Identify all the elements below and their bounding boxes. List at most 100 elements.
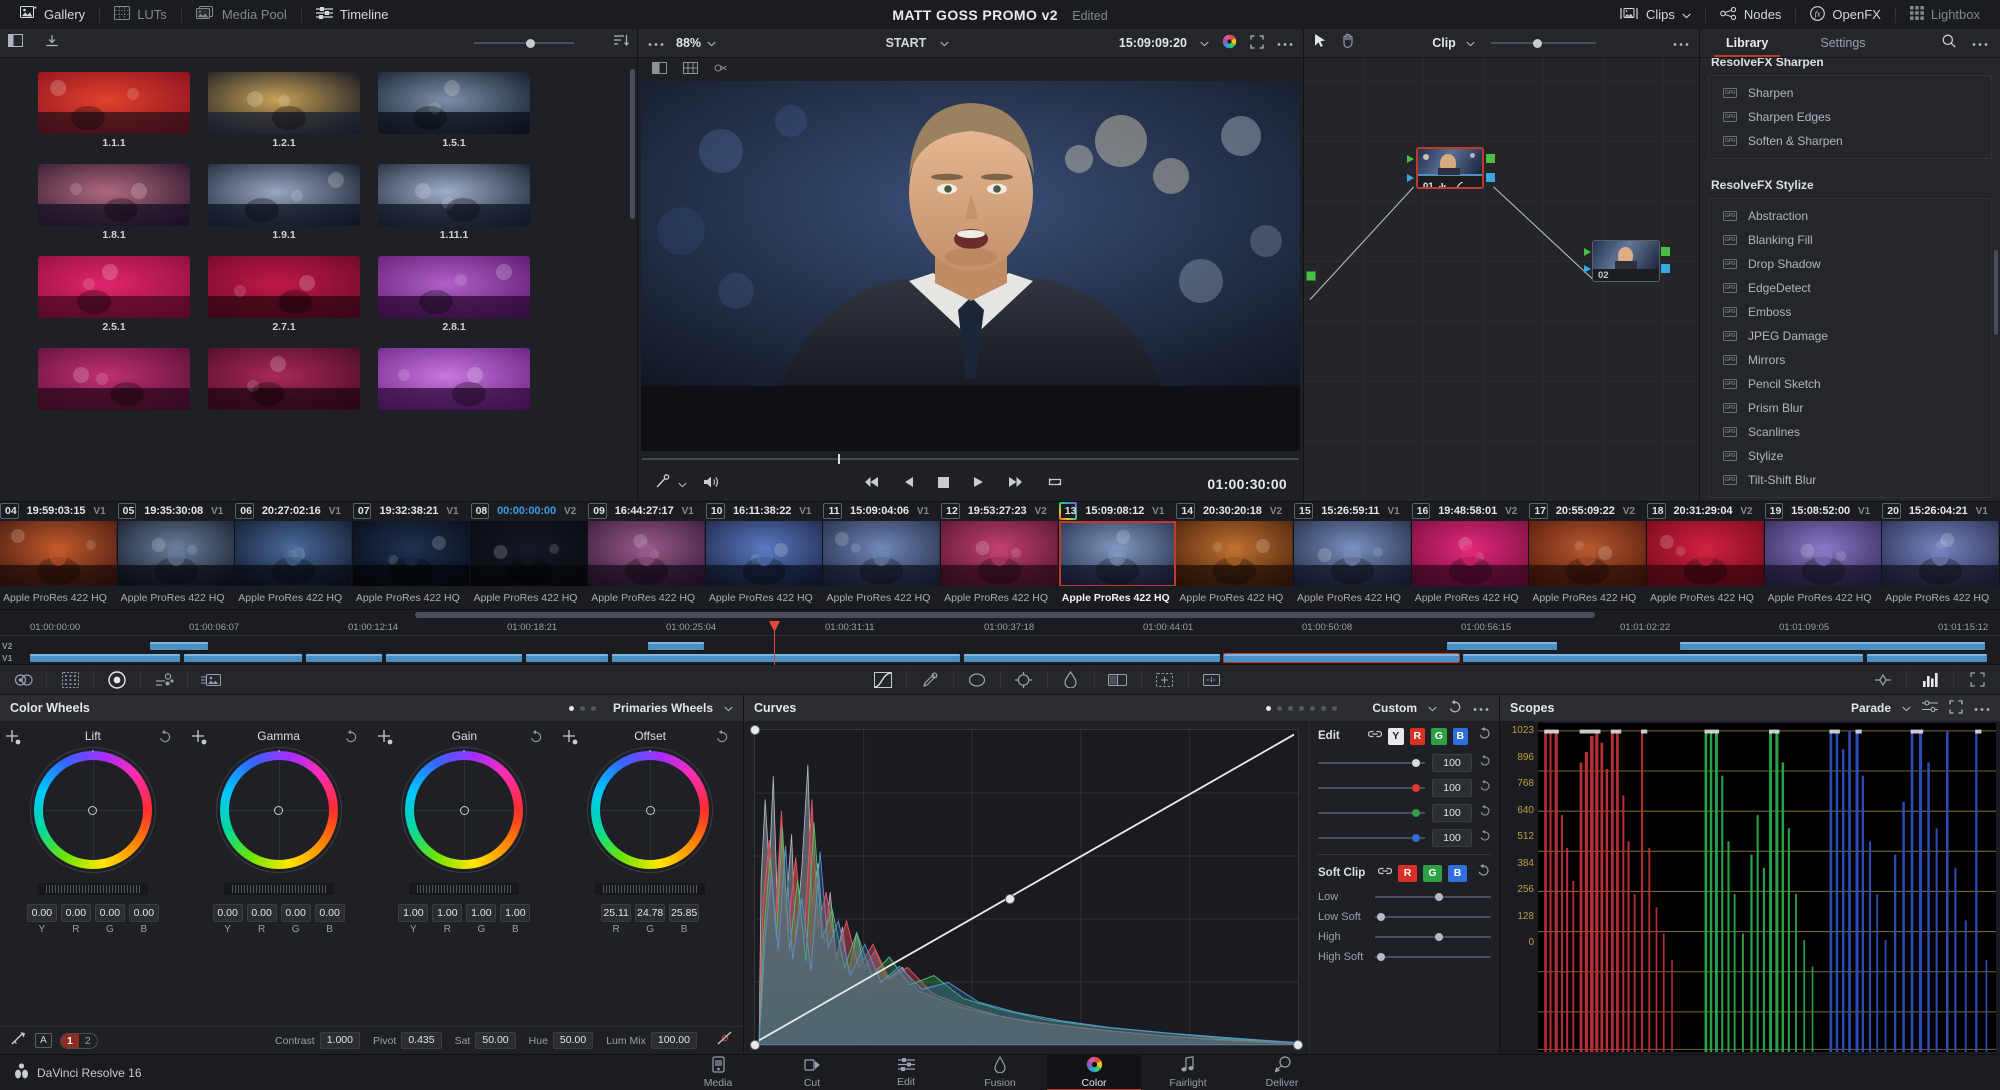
- wheel-reset-icon[interactable]: [158, 730, 172, 749]
- clip-number[interactable]: 17: [1529, 503, 1548, 520]
- page-dot[interactable]: [1266, 705, 1272, 711]
- fullscreen-icon[interactable]: [1250, 34, 1264, 52]
- wheel-value[interactable]: 0.00: [246, 904, 277, 922]
- clip-thumbnail[interactable]: [1882, 520, 2000, 587]
- slider-knob[interactable]: [1377, 952, 1386, 961]
- reset-icon[interactable]: [1477, 864, 1490, 882]
- wipe-icon[interactable]: [714, 61, 729, 79]
- clip-bar[interactable]: [184, 653, 302, 662]
- reset-icon[interactable]: [1478, 727, 1491, 745]
- wheel-handle[interactable]: [459, 805, 469, 815]
- chevron-down-icon[interactable]: [1902, 701, 1911, 715]
- clip-thumbnail[interactable]: [941, 520, 1059, 587]
- slider-value[interactable]: 100: [1432, 804, 1472, 822]
- play-icon[interactable]: [973, 475, 984, 493]
- wheel-value[interactable]: 1.00: [500, 904, 531, 922]
- slider-knob[interactable]: [1412, 783, 1421, 792]
- still-thumbnail[interactable]: [208, 256, 360, 318]
- clip-thumbnail[interactable]: [470, 520, 589, 587]
- clip-number[interactable]: 08: [470, 503, 490, 520]
- clip-number[interactable]: 13: [1059, 502, 1078, 520]
- fx-list-item[interactable]: GPU JPEG Damage: [1709, 324, 1991, 348]
- power-window-circle-icon[interactable]: [954, 665, 1000, 695]
- clip-bar[interactable]: [612, 653, 960, 662]
- toolbar-item-lightbox[interactable]: Lightbox: [1896, 0, 1994, 29]
- reset-icon[interactable]: [1479, 779, 1491, 797]
- link-icon[interactable]: [1377, 864, 1393, 882]
- still-thumbnail[interactable]: [208, 72, 360, 134]
- mini-timeline-track-v2[interactable]: V2: [0, 640, 2000, 651]
- grid-icon[interactable]: [683, 61, 698, 79]
- curves-mode[interactable]: Custom: [1372, 701, 1417, 715]
- reset-icon[interactable]: [1479, 804, 1491, 822]
- slider-value[interactable]: 100: [1432, 829, 1472, 847]
- gallery-still[interactable]: 1.5.1: [378, 72, 530, 149]
- wheel-value[interactable]: 25.85: [669, 904, 700, 922]
- softclip-channel-b[interactable]: B: [1448, 864, 1467, 882]
- search-icon[interactable]: [1942, 34, 1956, 53]
- clip-bar[interactable]: [30, 653, 180, 662]
- wheel-value[interactable]: 0.00: [280, 904, 311, 922]
- toolbar-item-timeline[interactable]: Timeline: [302, 0, 403, 29]
- clip-thumbnail[interactable]: [235, 520, 353, 587]
- node-item-01[interactable]: 01: [1416, 147, 1484, 189]
- fx-list-item[interactable]: GPU Abstraction: [1709, 204, 1991, 228]
- fx-list-item[interactable]: GPU Scanlines: [1709, 420, 1991, 444]
- softclip-channel-r[interactable]: R: [1398, 864, 1417, 882]
- qualifier-eyedropper-icon[interactable]: [907, 665, 953, 695]
- slider-value[interactable]: 100: [1432, 779, 1472, 797]
- still-thumbnail[interactable]: [208, 164, 360, 226]
- curve-slider-y[interactable]: 100: [1318, 754, 1491, 772]
- gallery-still[interactable]: 2.8.1: [378, 256, 530, 333]
- clip-bar[interactable]: [150, 641, 208, 650]
- page-dot[interactable]: [1332, 705, 1338, 711]
- page-button-edit[interactable]: Edit: [859, 1055, 953, 1090]
- fx-list-item[interactable]: GPU Drop Shadow: [1709, 252, 1991, 276]
- node-output-blue[interactable]: [1486, 173, 1495, 182]
- slider-track[interactable]: [1375, 892, 1491, 901]
- wheel-master-slider[interactable]: [37, 883, 148, 895]
- clip-thumbnail[interactable]: [0, 520, 118, 587]
- fx-list-item[interactable]: GPU Prism Blur: [1709, 396, 1991, 420]
- more-options-icon[interactable]: [648, 34, 664, 52]
- page-dot[interactable]: [1299, 705, 1305, 711]
- curve-slider-b[interactable]: 100: [1318, 829, 1491, 847]
- chevron-down-icon[interactable]: [678, 475, 687, 493]
- more-options-icon[interactable]: [1673, 34, 1689, 52]
- slider-value[interactable]: 100: [1432, 754, 1472, 772]
- reset-icon[interactable]: [1479, 829, 1491, 847]
- fullscreen-icon[interactable]: [1954, 665, 2000, 695]
- clip-bar-selected[interactable]: [1223, 652, 1460, 663]
- reset-icon[interactable]: [717, 1031, 733, 1050]
- chevron-down-icon[interactable]: [1428, 701, 1437, 715]
- clip-bar[interactable]: [526, 653, 608, 662]
- clip-number[interactable]: 06: [235, 503, 254, 520]
- still-thumbnail[interactable]: [378, 72, 530, 134]
- reset-icon[interactable]: [1479, 754, 1491, 772]
- wheel-value[interactable]: 24.78: [635, 904, 666, 922]
- node-item-02[interactable]: 02: [1592, 240, 1660, 282]
- slider-track[interactable]: [1375, 952, 1491, 961]
- wheel-master-slider[interactable]: [409, 883, 520, 895]
- clip-bar[interactable]: [306, 653, 382, 662]
- wheel-ring-control[interactable]: [587, 747, 714, 873]
- wheel-reset-icon[interactable]: [715, 730, 729, 749]
- gallery-still[interactable]: 1.2.1: [208, 72, 360, 149]
- slider-track[interactable]: [1318, 833, 1425, 842]
- channel-button-g[interactable]: G: [1431, 727, 1447, 745]
- clip-bar[interactable]: [1680, 641, 1985, 650]
- color-wheels-icon[interactable]: [94, 665, 140, 695]
- clip-number[interactable]: 15: [1294, 503, 1314, 520]
- chevron-down-icon[interactable]: [1466, 34, 1475, 52]
- clip-number[interactable]: 11: [823, 503, 843, 520]
- clip-thumbnail[interactable]: [1294, 520, 1412, 587]
- still-thumbnail[interactable]: [378, 348, 530, 410]
- slider-knob[interactable]: [1435, 932, 1444, 941]
- slider-knob[interactable]: [1435, 892, 1444, 901]
- curve-slider-r[interactable]: 100: [1318, 779, 1491, 797]
- timeline-playhead[interactable]: [769, 621, 780, 665]
- scopes-icon[interactable]: [1907, 665, 1953, 695]
- param-value[interactable]: 50.00: [475, 1032, 516, 1049]
- softclip-row-low[interactable]: Low: [1318, 891, 1491, 903]
- still-thumbnail[interactable]: [38, 348, 190, 410]
